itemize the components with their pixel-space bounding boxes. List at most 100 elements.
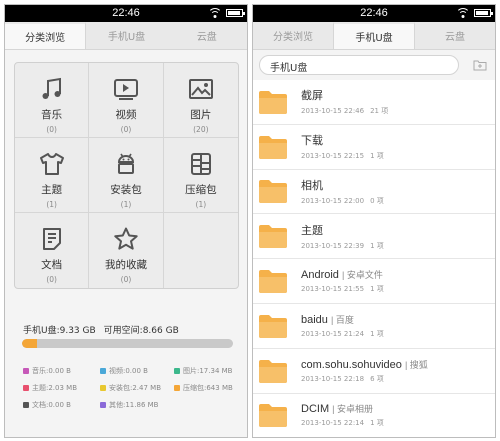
file-info: 相机 2013-10-15 22:00 0 项 [301,177,384,206]
folder-icon [259,359,287,383]
file-alias: | 安卓相册 [332,404,374,415]
legend-label: 视频:0.00 B [109,367,148,375]
category-label: 图片 [190,109,212,121]
legend-label: 主题:2.03 MB [32,384,78,392]
file-count: 1 项 [370,241,384,250]
category-label: 文档 [41,259,63,271]
file-name-line: 下载 [301,132,384,148]
category-archive[interactable]: 压缩包 (1) [163,138,238,213]
file-name-line: 截屏 [301,87,388,103]
legend-item: 压缩包:643 MB [174,383,244,393]
usb-browser-screen: 22:46 分类浏览 手机U盘 云盘 手机U盘 截屏 2013-10-15 22… [252,4,496,438]
file-name: baidu [301,313,328,326]
legend-item: 安装包:2.47 MB [100,383,174,393]
status-bar: 22:46 [253,5,495,22]
archive-icon [190,153,211,175]
file-row[interactable]: 相机 2013-10-15 22:00 0 项 [253,170,495,215]
legend-swatch [23,368,29,374]
category-count: (0) [120,125,132,134]
file-date: 2013-10-15 22:46 [301,107,365,116]
usb-capacity: 手机U盘:9.33 GB [23,326,96,336]
category-apk[interactable]: 安装包 (1) [89,138,164,213]
file-row[interactable]: com.sohu.sohuvideo | 搜狐 2013-10-15 22:18 6… [253,349,495,394]
file-info: 截屏 2013-10-15 22:46 21 项 [301,87,388,116]
category-video[interactable]: 视频 (0) [89,63,164,138]
file-count: 1 项 [370,285,384,294]
video-icon [113,79,138,100]
file-info: Android | 安卓文件 2013-10-15 21:55 1 项 [301,268,384,294]
battery-icon [226,9,245,17]
category-documents[interactable]: 文档 (0) [15,213,90,288]
file-count: 0 项 [370,196,384,205]
category-count: (1) [195,200,207,209]
file-name-line: com.sohu.sohuvideo | 搜狐 [301,358,428,371]
apk-icon [117,153,134,174]
file-row[interactable]: baidu | 百度 2013-10-15 21:24 1 项 [253,304,495,349]
file-name: DCIM [301,403,330,416]
category-music[interactable]: 音乐 (0) [15,63,90,138]
file-list: 截屏 2013-10-15 22:46 21 项下载 2013-10-15 22:… [253,80,495,437]
file-alias: | 搜狐 [404,359,428,370]
legend-label: 压缩包:643 MB [183,384,233,392]
tab-bar: 分类浏览 手机U盘 云盘 [5,22,247,50]
tab-phone-usb[interactable]: 手机U盘 [86,22,166,49]
file-name-line: 主题 [301,222,384,238]
file-row[interactable]: 主题 2013-10-15 22:39 1 项 [253,214,495,260]
category-label: 压缩包 [185,184,217,196]
category-label: 视频 [115,109,137,121]
category-theme[interactable]: 主题 (1) [15,138,90,213]
legend-swatch [174,385,180,391]
status-bar: 22:46 [5,5,247,22]
legend-item: 文档:0.00 B [23,400,100,410]
legend-label: 其他:11.86 MB [109,401,159,409]
file-count: 1 项 [370,329,384,338]
legend-item: 视频:0.00 B [100,366,174,376]
legend-item: 图片:17.34 MB [174,366,244,376]
file-info: 主题 2013-10-15 22:39 1 项 [301,222,384,251]
file-row[interactable]: 下载 2013-10-15 22:15 1 项 [253,125,495,170]
legend-label: 音乐:0.00 B [32,367,71,375]
legend-swatch [174,368,180,374]
file-row[interactable]: Android | 安卓文件 2013-10-15 21:55 1 项 [253,259,495,304]
file-date: 2013-10-15 22:15 [301,152,365,161]
folder-icon [259,270,287,294]
category-count: (0) [46,275,57,284]
new-folder-icon[interactable] [473,59,487,71]
folder-icon [259,180,287,204]
file-info: baidu | 百度 2013-10-15 21:24 1 项 [301,313,384,339]
tab-cloud[interactable]: 云盘 [167,22,247,49]
file-name-line: Android | 安卓文件 [301,268,384,281]
file-date: 2013-10-15 21:55 [301,285,365,294]
music-icon [42,77,61,99]
category-label: 我的收藏 [104,259,147,271]
category-count: (1) [120,200,132,209]
file-row[interactable]: DCIM | 安卓相册 2013-10-15 22:14 1 项 [253,394,495,437]
legend-label: 安装包:2.47 MB [109,384,162,392]
path-bar: 手机U盘 [253,50,495,80]
file-meta: 2013-10-15 21:24 1 项 [301,329,384,339]
file-alias: | 安卓文件 [341,270,383,281]
tab-category-browse[interactable]: 分类浏览 [5,22,87,49]
tab-phone-usb[interactable]: 手机U盘 [333,22,415,49]
legend-item: 音乐:0.00 B [23,366,100,376]
category-count: (20) [193,125,209,134]
file-name: 截屏 [301,90,323,103]
file-name: Android [301,269,339,282]
tab-cloud[interactable]: 云盘 [415,22,495,49]
file-name-line: DCIM | 安卓相册 [301,402,384,415]
category-favorites[interactable]: 我的收藏 (0) [89,213,164,288]
file-count: 1 项 [370,419,384,428]
file-date: 2013-10-15 22:18 [301,374,365,383]
folder-icon [259,135,287,159]
category-screen: 22:46 分类浏览 手机U盘 云盘 音乐 (0) 视频 (0) 图片 (20)… [4,4,248,438]
storage-bar-fill [22,339,37,348]
legend-swatch [100,385,106,391]
free-space: 可用空间:8.66 GB [103,326,179,336]
legend-label: 图片:17.34 MB [183,367,233,375]
path-breadcrumb[interactable]: 手机U盘 [259,55,459,75]
empty-cell [164,213,238,288]
category-pictures[interactable]: 图片 (20) [163,63,238,138]
category-count: (0) [120,275,132,284]
tab-category-browse[interactable]: 分类浏览 [253,22,333,49]
file-row[interactable]: 截屏 2013-10-15 22:46 21 项 [253,80,495,125]
